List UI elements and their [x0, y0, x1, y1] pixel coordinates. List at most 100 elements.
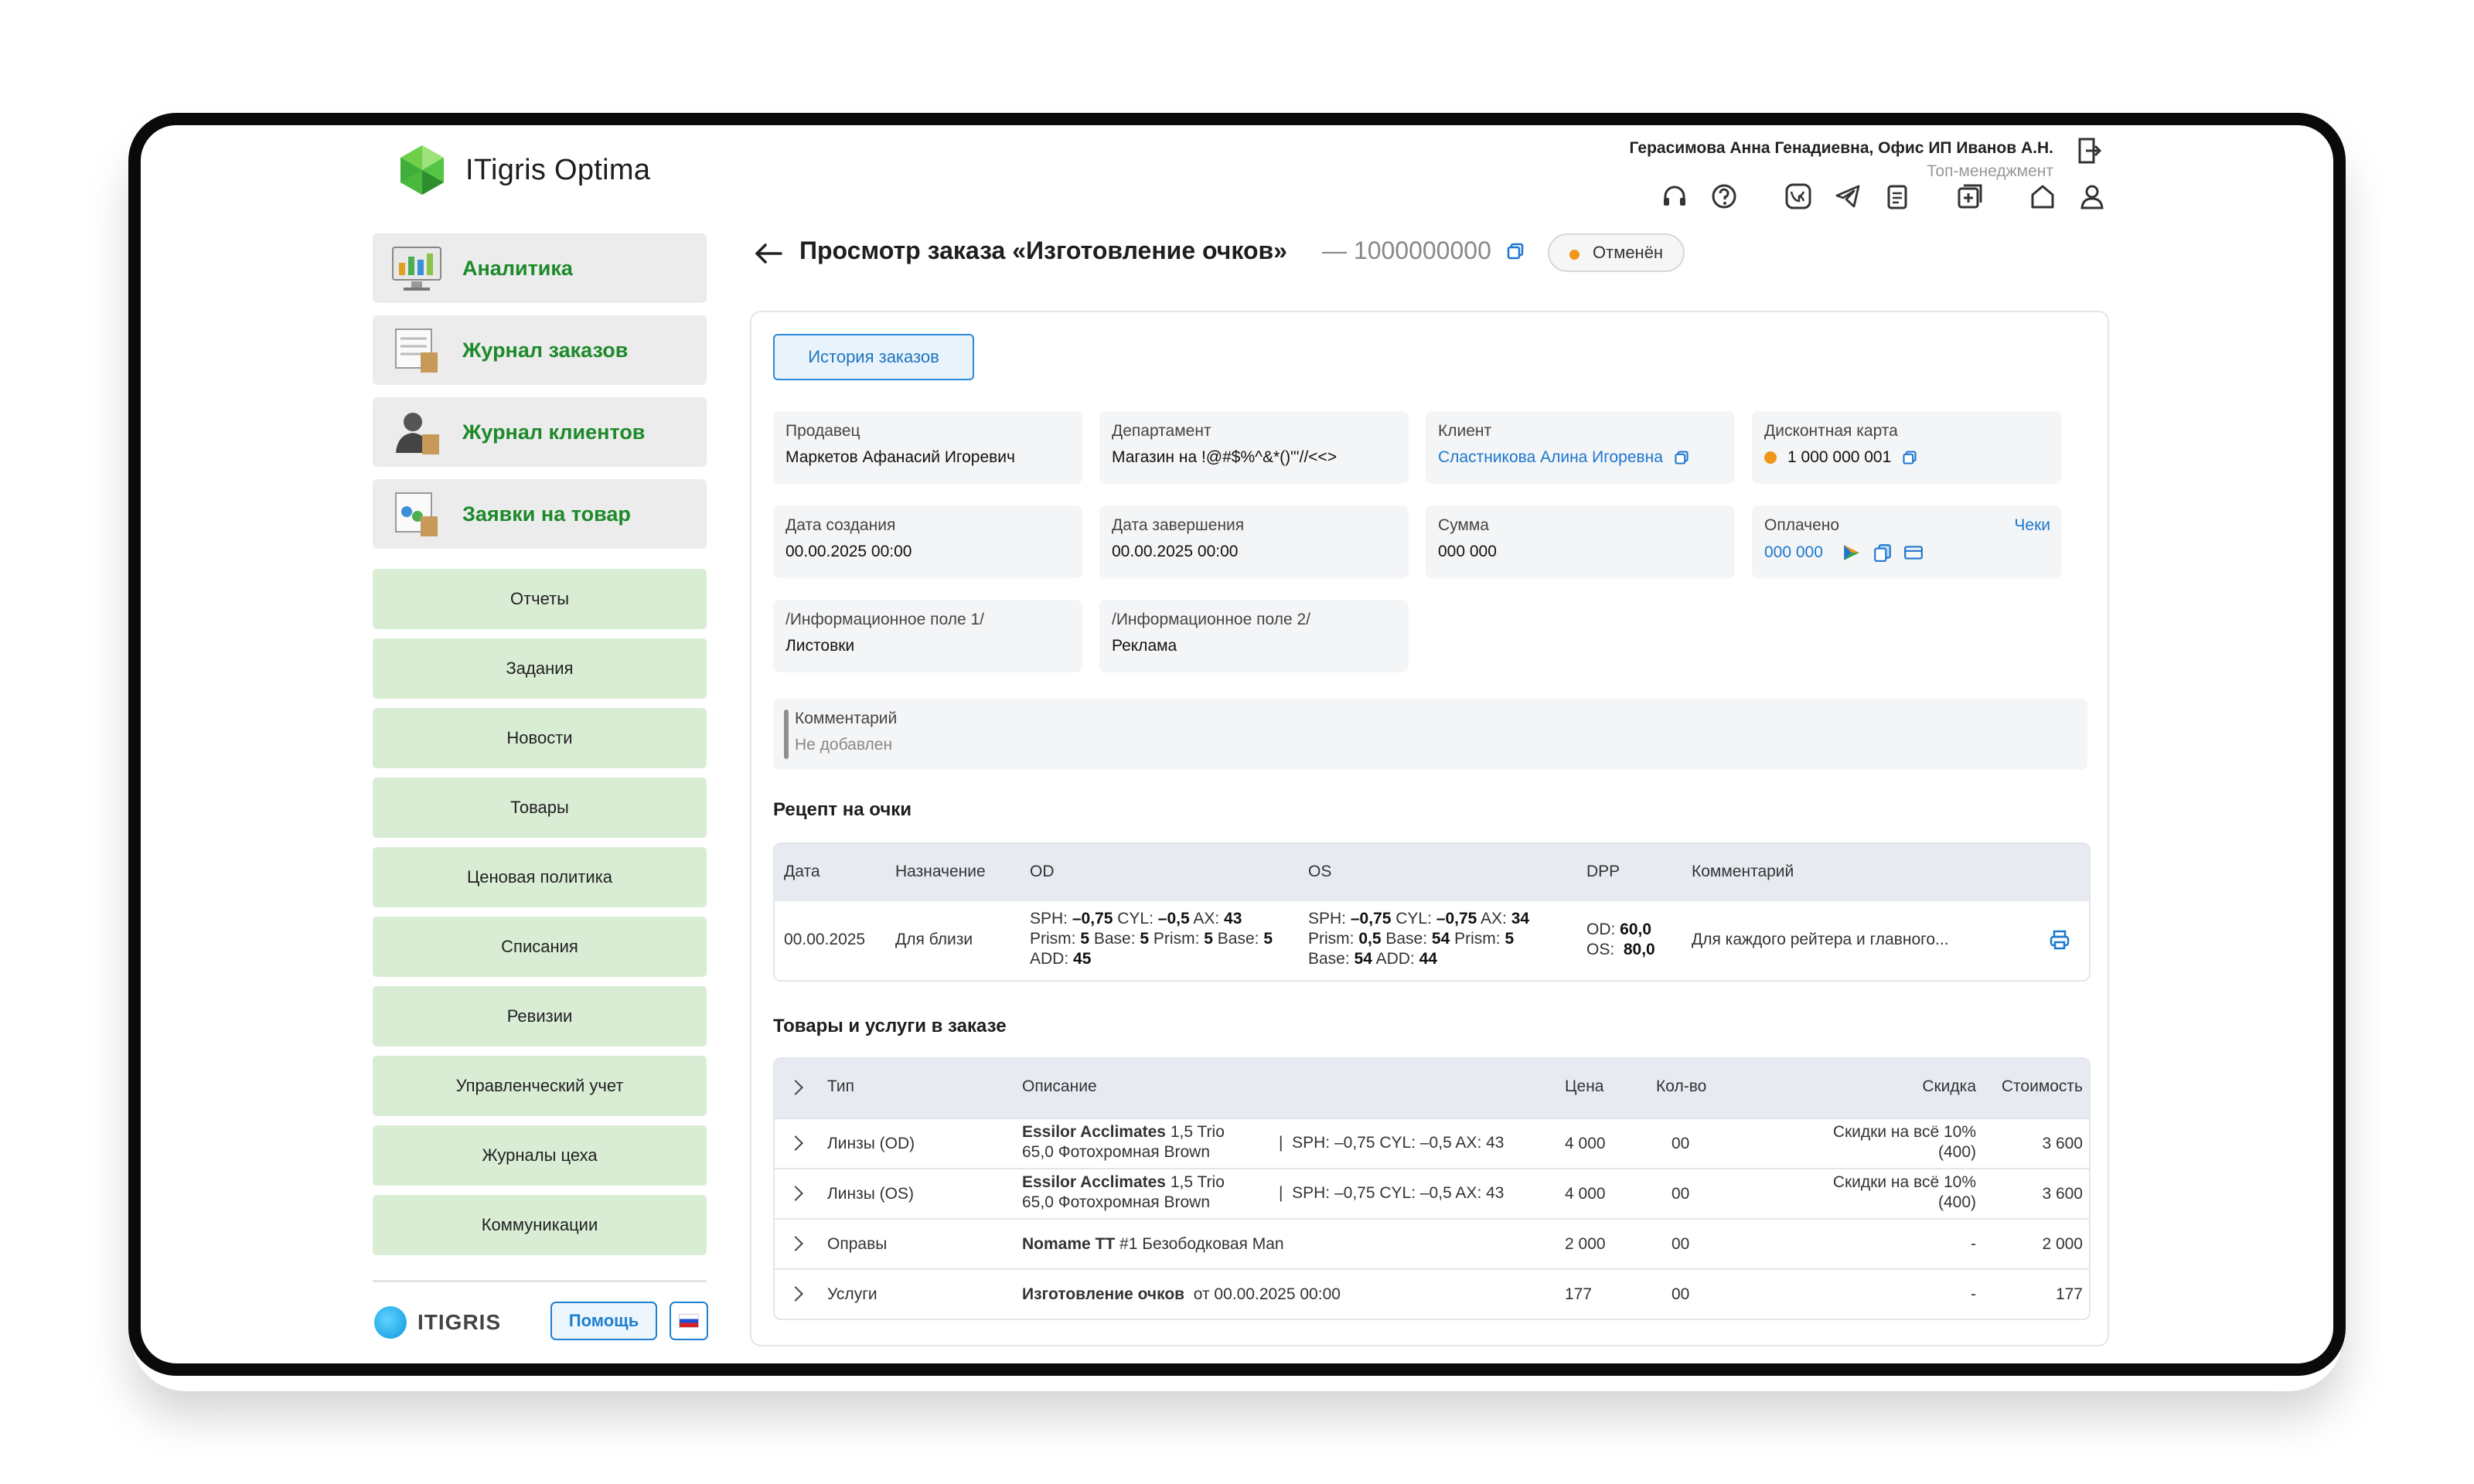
column-header: Дата	[784, 863, 820, 880]
sidebar-item-news[interactable]: Новости	[373, 708, 707, 768]
table-row[interactable]: Линзы (OD) Essilor Acclimates 1,5 Trio 65…	[775, 1118, 2089, 1168]
recipe-table: Дата Назначение OD OS DPP Комментарий 00…	[773, 842, 2091, 982]
field-value: Листовки	[785, 637, 855, 655]
field-label: Дисконтная карта	[1764, 422, 1898, 440]
field-label: Департамент	[1112, 422, 1211, 440]
field-value: Реклама	[1112, 637, 1177, 655]
goods-discount: Скидки на всё 10% (400)	[1832, 1123, 1976, 1161]
sidebar-item-analytics[interactable]: Аналитика	[373, 233, 707, 303]
goods-price: 4 000	[1565, 1135, 1606, 1152]
clipboard-icon[interactable]	[1883, 182, 1911, 210]
sidebar-item-clients-journal[interactable]: Журнал клиентов	[373, 397, 707, 467]
field-completed: Дата завершения 00.00.2025 00:00	[1099, 505, 1409, 578]
copy-icon[interactable]	[1902, 450, 1917, 465]
receipts-link[interactable]: Чеки	[2014, 516, 2050, 535]
goods-type: Услуги	[827, 1285, 877, 1303]
home-icon[interactable]	[2029, 182, 2057, 210]
receipt-copy-icon[interactable]	[1873, 543, 1893, 563]
sidebar-item-workshop-journals[interactable]: Журналы цеха	[373, 1125, 707, 1186]
expand-row-icon[interactable]	[788, 1236, 803, 1251]
sidebar-item-communications[interactable]: Коммуникации	[373, 1195, 707, 1255]
logo-icon	[400, 145, 444, 195]
table-row[interactable]: Услуги Изготовление очков от 00.00.2025 …	[775, 1268, 2089, 1319]
print-icon[interactable]	[2049, 929, 2070, 951]
app-screen: ITigris Optima Аналитика Журнал заказов …	[141, 125, 2333, 1363]
goods-cost: 3 600	[2042, 1185, 2083, 1203]
card-status-dot	[1764, 451, 1777, 464]
order-number: — 1000000000	[1322, 237, 1525, 265]
goods-qty: 00	[1671, 1235, 1690, 1253]
field-client: Клиент Сластникова Алина Игоревна	[1426, 411, 1735, 484]
table-row[interactable]: Линзы (OS) Essilor Acclimates 1,5 Trio 65…	[775, 1168, 2089, 1218]
logout-icon[interactable]	[2077, 136, 2103, 165]
goods-type: Оправы	[827, 1235, 888, 1253]
field-created: Дата создания 00.00.2025 00:00	[773, 505, 1082, 578]
device-frame: ITigris Optima Аналитика Журнал заказов …	[128, 113, 2346, 1376]
expand-row-icon[interactable]	[788, 1186, 803, 1201]
copy-icon[interactable]	[1674, 450, 1689, 465]
paid-amount-link[interactable]: 000 000	[1764, 543, 1823, 562]
sidebar-item-label: Аналитика	[462, 256, 573, 280]
column-header: Тип	[827, 1077, 855, 1095]
goods-cost: 2 000	[2042, 1235, 2083, 1253]
telegram-icon[interactable]	[1834, 182, 1862, 210]
sidebar-item-products[interactable]: Товары	[373, 778, 707, 838]
column-header: OS	[1308, 863, 1332, 880]
goods-price: 4 000	[1565, 1185, 1606, 1203]
help-question-icon[interactable]	[1710, 182, 1738, 210]
goods-price: 177	[1565, 1285, 1593, 1303]
goods-params: | SPH: –0,75 CYL: –0,5 AX: 43	[1279, 1134, 1505, 1152]
field-label: Продавец	[785, 422, 860, 440]
field-label: Оплачено	[1764, 516, 1840, 534]
app-logo[interactable]: ITigris Optima	[396, 144, 650, 196]
product-requests-icon	[395, 492, 438, 536]
expand-row-icon[interactable]	[788, 1135, 803, 1151]
sidebar-item-product-requests[interactable]: Заявки на товар	[373, 479, 707, 549]
vk-icon[interactable]	[1784, 182, 1812, 210]
goods-discount: Скидки на всё 10% (400)	[1832, 1173, 1976, 1211]
order-history-button[interactable]: История заказов	[773, 334, 974, 380]
orders-journal-icon	[395, 328, 438, 373]
russia-flag-icon	[679, 1314, 699, 1328]
sidebar-item-audits[interactable]: Ревизии	[373, 986, 707, 1047]
table-row[interactable]: Оправы Nomame TT #1 Безободковая Man 2 0…	[775, 1218, 2089, 1268]
field-paid: Оплачено Чеки 000 000	[1752, 505, 2061, 578]
comment-value: Не добавлен	[795, 736, 893, 754]
goods-section-title: Товары и услуги в заказе	[773, 1016, 1007, 1036]
back-arrow-icon[interactable]	[753, 241, 784, 266]
field-label: Клиент	[1438, 422, 1492, 440]
sidebar-item-reports[interactable]: Отчеты	[373, 569, 707, 629]
expand-all-icon[interactable]	[788, 1080, 803, 1095]
table-row[interactable]: 00.00.2025 Для близи SPH: –0,75 CYL: –0,…	[775, 901, 2089, 980]
sidebar-item-pricing[interactable]: Ценовая политика	[373, 847, 707, 907]
goods-type: Линзы (OD)	[827, 1135, 915, 1152]
sidebar-item-tasks[interactable]: Задания	[373, 638, 707, 699]
column-header: Назначение	[895, 863, 986, 880]
recipe-comment: Для каждого рейтера и главного...	[1692, 931, 1949, 948]
goods-description: Essilor Acclimates 1,5 Trio 65,0 Фотохром…	[1022, 1173, 1225, 1211]
goods-description: Essilor Acclimates 1,5 Trio 65,0 Фотохром…	[1022, 1123, 1225, 1161]
profile-icon[interactable]	[2078, 182, 2106, 210]
order-number-text: — 1000000000	[1322, 237, 1491, 264]
support-headset-icon[interactable]	[1661, 182, 1689, 210]
status-badge: Отменён	[1548, 233, 1685, 272]
client-link[interactable]: Сластникова Алина Игоревна	[1438, 448, 1663, 467]
comment-label: Комментарий	[795, 710, 898, 727]
sidebar-item-orders-journal[interactable]: Журнал заказов	[373, 315, 707, 385]
sidebar-item-writeoffs[interactable]: Списания	[373, 917, 707, 977]
language-button[interactable]	[670, 1302, 708, 1340]
help-button[interactable]: Помощь	[550, 1302, 657, 1340]
recipe-os: SPH: –0,75 CYL: –0,75 AX: 34 Prism: 0,5 …	[1308, 910, 1530, 968]
recipe-od: SPH: –0,75 CYL: –0,5 AX: 43 Prism: 5 Bas…	[1030, 910, 1273, 968]
page-title: Просмотр заказа «Изготовление очков»	[799, 237, 1287, 264]
itigris-logo-icon	[374, 1306, 407, 1339]
logo-text: ITigris Optima	[465, 153, 651, 186]
sidebar-item-management-accounting[interactable]: Управленческий учет	[373, 1056, 707, 1116]
field-discount-card: Дисконтная карта 1 000 000 001	[1752, 411, 2061, 484]
expand-row-icon[interactable]	[788, 1286, 803, 1302]
goods-discount: -	[1971, 1235, 1976, 1253]
add-window-icon[interactable]	[1956, 182, 1984, 210]
copy-icon[interactable]	[1506, 242, 1525, 260]
goods-qty: 00	[1671, 1285, 1690, 1303]
column-header: Цена	[1565, 1077, 1604, 1095]
